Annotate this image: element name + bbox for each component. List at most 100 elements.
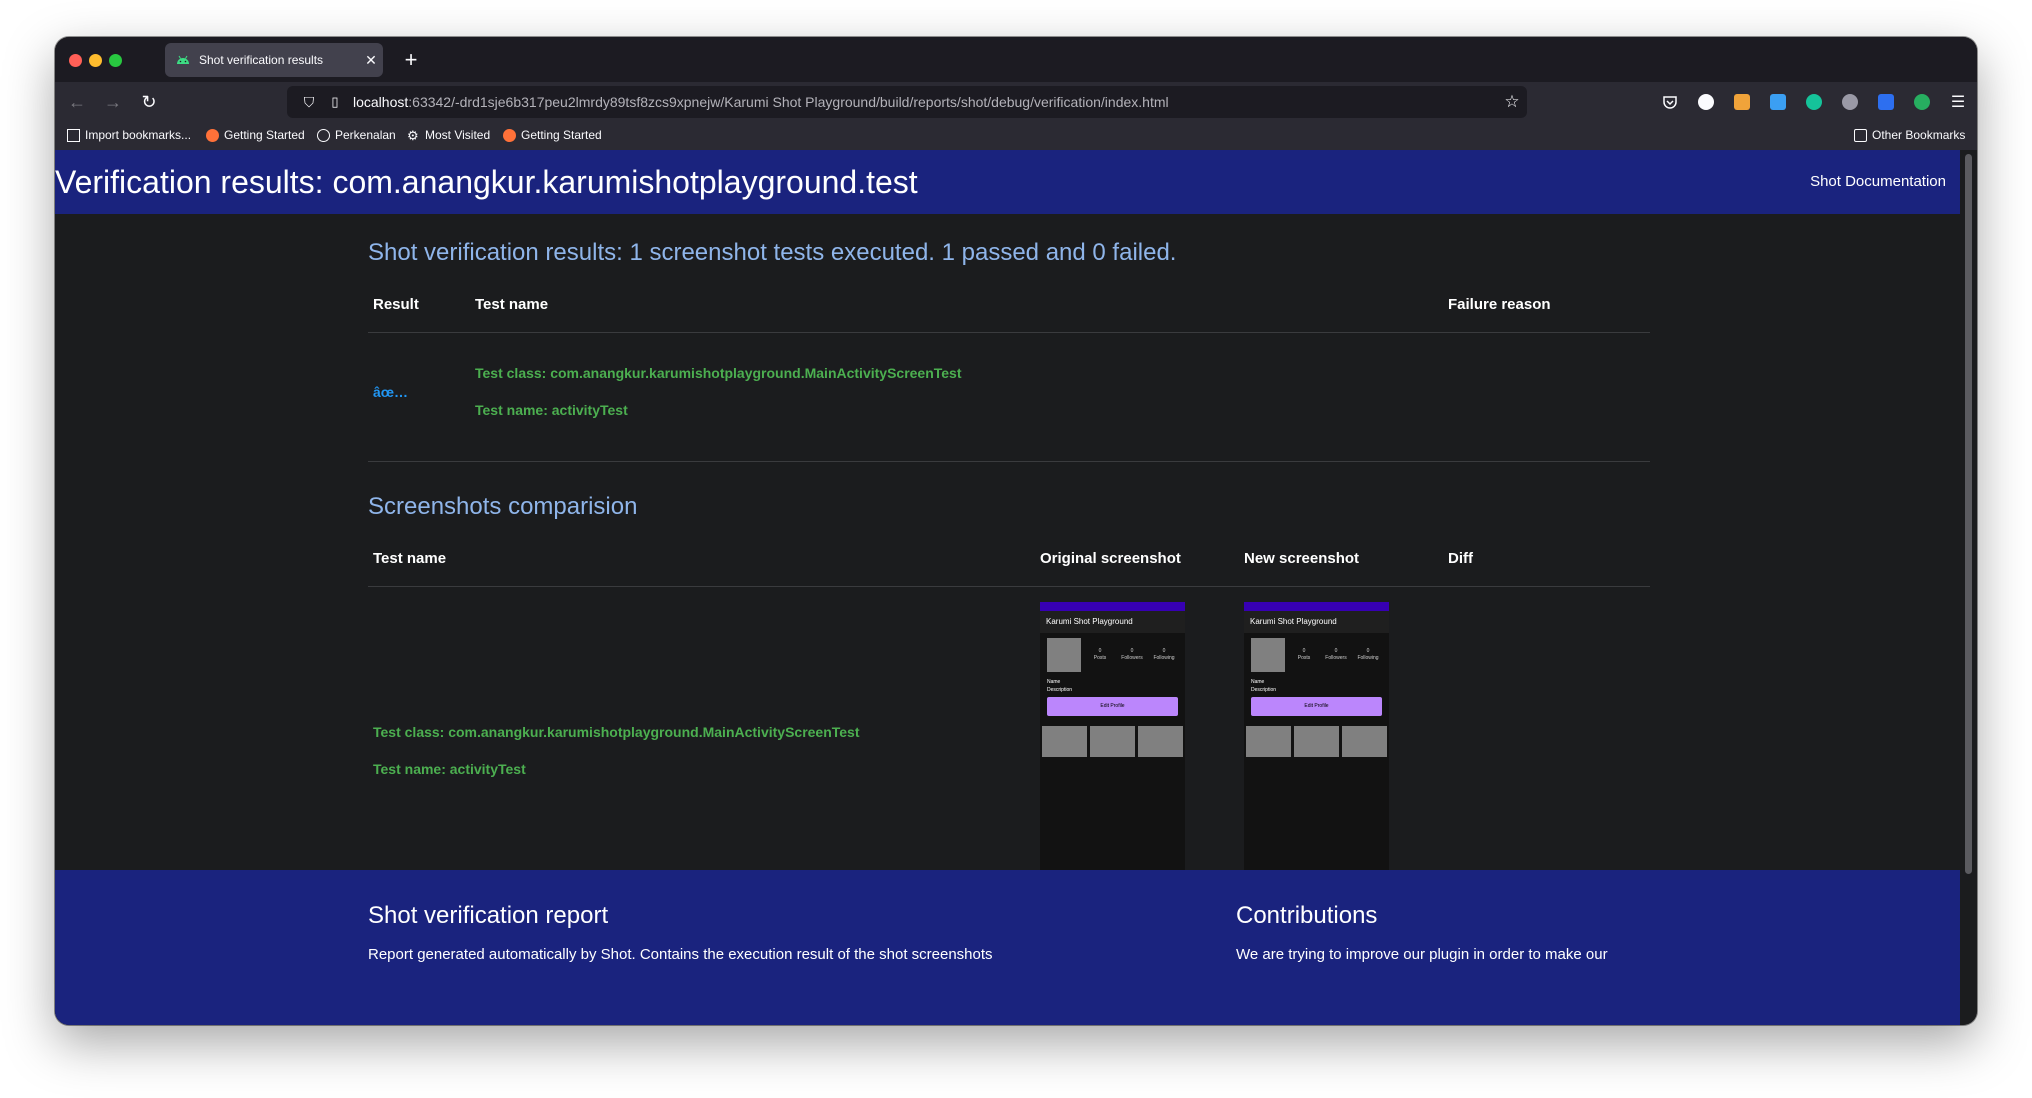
stat-value: 0 [1334,648,1338,654]
url-host: localhost [353,94,409,110]
translate-icon[interactable] [1765,90,1791,114]
bookmark-label: Perkenalan [335,128,396,142]
other-bookmarks[interactable]: Other Bookmarks [1854,128,1965,142]
phone-stat-posts: 0 Posts [1086,648,1114,662]
comparison-header-diff: Diff [1448,550,1473,567]
bookmark-item[interactable]: Getting Started [206,128,305,142]
phone-name-block: Name Description [1047,678,1072,694]
results-header-result: Result [373,296,419,313]
comparison-header-original: Original screenshot [1040,550,1181,567]
results-header-test-name: Test name [475,296,549,313]
phone-stat-following: 0 Following [1150,648,1178,662]
phone-stat-followers: 0 Followers [1322,648,1350,662]
result-test-name: Test name: activityTest [475,402,628,418]
stat-value: 0 [1130,648,1134,654]
firefox-icon [206,128,219,142]
extension-badge-icon[interactable] [1729,90,1755,114]
stat-label: Posts [1297,655,1311,661]
shot-documentation-link[interactable]: Shot Documentation [1810,173,1946,190]
folder-icon [1854,128,1867,142]
phone-description: Description [1047,687,1073,693]
bookmark-star-icon[interactable]: ☆ [1497,92,1527,112]
divider [368,586,1650,587]
phone-app-bar: Karumi Shot Playground [1040,611,1185,633]
bookmark-label: Getting Started [521,128,602,142]
comparison-title: Screenshots comparision [368,493,638,520]
shield-icon[interactable]: ⛉ [295,94,323,111]
phone-button-label: Edit Profile [1304,703,1329,709]
tab-strip: Shot verification results ✕ + [55,37,1977,82]
forward-arrow-icon[interactable]: → [99,88,127,116]
results-header-failure-reason: Failure reason [1448,296,1551,313]
address-bar[interactable]: ⛉ ▯ localhost:63342/-drd1sje6b317peu2lmr… [287,86,1527,118]
stat-value: 0 [1098,648,1102,654]
stat-label: Following [1153,655,1175,661]
new-screenshot[interactable]: Karumi Shot Playground 0 Posts 0 Followers… [1244,602,1389,899]
gear-icon: ⚙ [407,127,419,143]
firefox-icon [503,128,516,142]
menu-icon[interactable]: ☰ [1945,90,1971,114]
phone-app-title: Karumi Shot Playground [1046,617,1133,626]
window-minimize-button[interactable] [89,54,102,67]
bookmark-item[interactable]: Import bookmarks... [67,128,191,142]
url-text[interactable]: localhost:63342/-drd1sje6b317peu2lmrdy89… [353,94,1497,110]
phone-grid-tile [1042,726,1087,757]
phone-grid-tile [1090,726,1135,757]
phone-stat-following: 0 Following [1354,648,1382,662]
page-scrollbar[interactable] [1960,150,1977,1025]
pocket-icon[interactable] [1657,90,1683,114]
browser-window: Shot verification results ✕ + ← → ↻ ⛉ ▯ … [55,37,1977,1025]
tab-title: Shot verification results [199,53,324,67]
globe-icon [317,128,330,142]
bookmark-item[interactable]: ⚙ Most Visited [407,128,490,142]
window-close-button[interactable] [69,54,82,67]
browser-tab[interactable]: Shot verification results ✕ [165,43,383,77]
page-footer: Shot verification report Report generate… [55,870,1960,1025]
scrollbar-thumb[interactable] [1965,154,1972,874]
phone-grid-tile [1294,726,1339,757]
stat-label: Following [1357,655,1379,661]
phone-grid-tile [1342,726,1387,757]
original-screenshot[interactable]: Karumi Shot Playground 0 Posts 0 Followers… [1040,602,1185,899]
comparison-test-name: Test name: activityTest [373,761,526,777]
stat-label: Followers [1325,655,1347,661]
navigation-bar: ← → ↻ ⛉ ▯ localhost:63342/-drd1sje6b317p… [55,82,1977,122]
divider [368,461,1650,462]
tab-close-icon[interactable]: ✕ [359,52,383,69]
node-icon[interactable] [1909,90,1935,114]
stat-label: Posts [1093,655,1107,661]
android-icon [177,55,189,64]
phone-edit-profile-button: Edit Profile [1047,697,1178,716]
bitwarden-icon[interactable] [1873,90,1899,114]
phone-name-block: Name Description [1251,678,1276,694]
comparison-header-test-name: Test name [373,550,447,567]
spy-icon[interactable] [1837,90,1863,114]
phone-avatar [1251,638,1285,672]
window-maximize-button[interactable] [109,54,122,67]
comparison-header-new: New screenshot [1244,550,1360,567]
page-icon[interactable]: ▯ [323,94,347,110]
import-icon [67,128,80,142]
reload-icon[interactable]: ↻ [135,88,163,116]
grammarly-icon[interactable] [1801,90,1827,114]
url-path: :63342/-drd1sje6b317peu2lmrdy89tsf8zcs9x… [408,94,1169,110]
comparison-test-class: Test class: com.anangkur.karumishotplayg… [373,724,860,740]
bookmark-item[interactable]: Getting Started [503,128,602,142]
phone-description: Description [1251,687,1277,693]
result-status-icon: âœ… [373,384,408,400]
phone-name: Name [1251,679,1265,685]
other-bookmarks-label: Other Bookmarks [1872,128,1966,142]
stat-value: 0 [1366,648,1370,654]
phone-status-bar [1040,602,1185,611]
page-viewport: Verification results: com.anangkur.karum… [55,150,1960,1025]
account-icon[interactable] [1693,90,1719,114]
stat-value: 0 [1162,648,1166,654]
phone-grid-tile [1138,726,1183,757]
summary-title: Shot verification results: 1 screenshot … [368,239,1177,266]
bookmarks-bar: Import bookmarks... Getting Started Perk… [55,122,1977,150]
bookmark-item[interactable]: Perkenalan [317,128,396,142]
stat-value: 0 [1302,648,1306,654]
new-tab-button[interactable]: + [397,46,425,74]
footer-contributions-title: Contributions [1236,902,1378,929]
back-arrow-icon[interactable]: ← [63,88,91,116]
